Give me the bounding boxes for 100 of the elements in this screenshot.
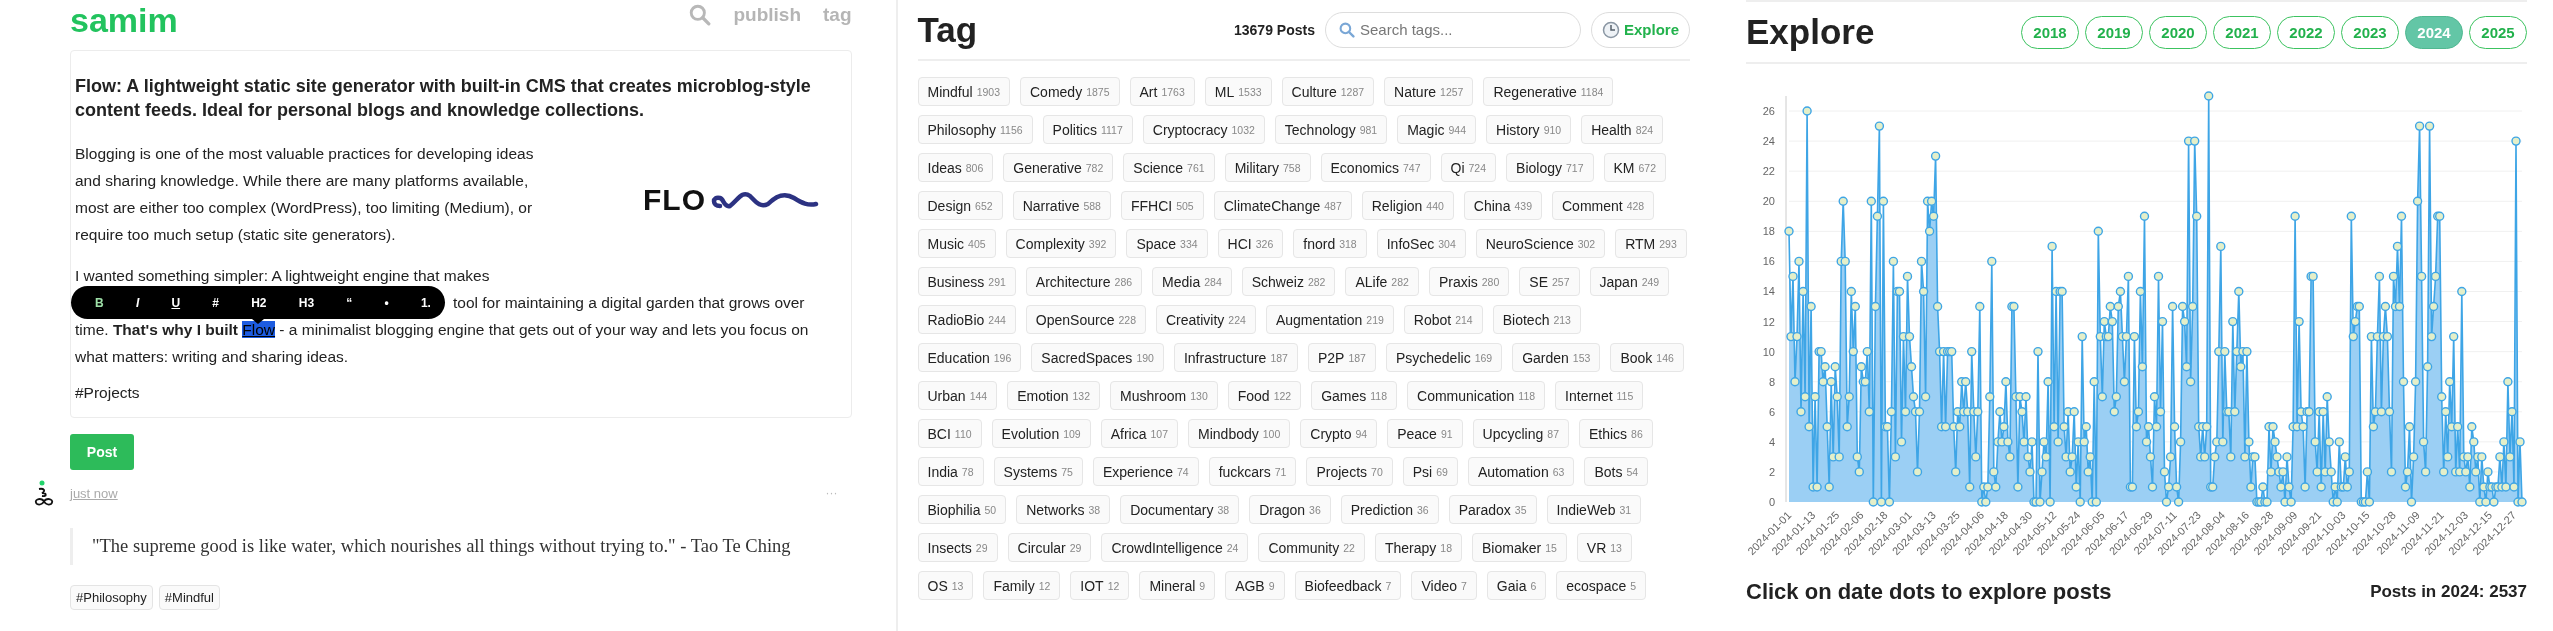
- tag-chip[interactable]: Community 22: [1258, 533, 1365, 562]
- tag-chip[interactable]: Therapy 18: [1374, 533, 1462, 562]
- tag-chip[interactable]: Regenerative 1184: [1483, 77, 1614, 106]
- tag-chip[interactable]: RadioBio 244: [917, 305, 1016, 334]
- format-button[interactable]: 1.: [416, 293, 435, 312]
- format-button[interactable]: I: [131, 293, 144, 312]
- tag-chip[interactable]: Prediction 36: [1340, 495, 1439, 524]
- tag-chip[interactable]: Infrastructure 187: [1173, 343, 1298, 372]
- tag-chip[interactable]: ALife 282: [1345, 267, 1419, 296]
- tag-chip[interactable]: Generative 782: [1003, 153, 1114, 182]
- tag-chip[interactable]: ML 1533: [1204, 77, 1272, 106]
- tag-chip[interactable]: Gaia 6: [1486, 571, 1547, 600]
- tag-chip[interactable]: Networks 38: [1016, 495, 1111, 524]
- tag-chip[interactable]: Mindful 1903: [917, 77, 1010, 106]
- format-button[interactable]: U: [167, 293, 185, 312]
- tag-chip[interactable]: Architecture 286: [1025, 267, 1143, 296]
- tag-chip[interactable]: KM 672: [1603, 153, 1667, 182]
- tag-chip[interactable]: fnord 318: [1293, 229, 1367, 258]
- tag-chip[interactable]: Religion 440: [1361, 191, 1454, 220]
- tag-chip[interactable]: IndieWeb 31: [1546, 495, 1642, 524]
- tag-chip[interactable]: Culture 1287: [1281, 77, 1375, 106]
- tag-chip[interactable]: Book 146: [1610, 343, 1684, 372]
- tag-chip[interactable]: Family 12: [983, 571, 1061, 600]
- tag-chip[interactable]: Cryptocracy 1032: [1142, 115, 1265, 144]
- tag-chip[interactable]: History 910: [1486, 115, 1572, 144]
- tag-chip[interactable]: Complexity 392: [1005, 229, 1117, 258]
- tag-chip[interactable]: Creativity 224: [1156, 305, 1256, 334]
- tag-chip[interactable]: Praxis 280: [1428, 267, 1510, 296]
- tag-chip[interactable]: Projects 70: [1306, 457, 1393, 486]
- tag-chip[interactable]: Automation 63: [1467, 457, 1575, 486]
- tag-chip[interactable]: Evolution 109: [991, 419, 1091, 448]
- tag-chip[interactable]: ecospace 5: [1556, 571, 1647, 600]
- tag-chip[interactable]: BCI 110: [917, 419, 982, 448]
- tag-chip[interactable]: Qi 724: [1440, 153, 1497, 182]
- tag-chip[interactable]: CrowdIntelligence 24: [1101, 533, 1249, 562]
- tag-chip[interactable]: Psychedelic 169: [1385, 343, 1503, 372]
- tag-chip[interactable]: RTM 293: [1615, 229, 1687, 258]
- tag-chip[interactable]: Comedy 1875: [1020, 77, 1120, 106]
- format-button[interactable]: H3: [294, 293, 319, 312]
- tag-chip[interactable]: Augmentation 219: [1265, 305, 1394, 334]
- tag-chip[interactable]: Business 291: [917, 267, 1016, 296]
- tag-chip[interactable]: OS 13: [917, 571, 974, 600]
- tag-chip[interactable]: Economics 747: [1320, 153, 1431, 182]
- tag-chip[interactable]: Emotion 132: [1007, 381, 1101, 410]
- tag-chip[interactable]: Art 1763: [1129, 77, 1195, 106]
- tag-chip[interactable]: FFHCI 505: [1120, 191, 1204, 220]
- tag-chip[interactable]: Crypto 94: [1300, 419, 1378, 448]
- tag-chip[interactable]: IOT 12: [1070, 571, 1130, 600]
- tag-chip[interactable]: Systems 75: [993, 457, 1083, 486]
- format-button[interactable]: •: [380, 293, 393, 312]
- tag-chip[interactable]: NeuroScience 302: [1475, 229, 1606, 258]
- tag-chip[interactable]: Space 334: [1126, 229, 1208, 258]
- tag-chip[interactable]: Peace 91: [1387, 419, 1463, 448]
- tag-chip[interactable]: Ideas 806: [917, 153, 994, 182]
- tag-chip[interactable]: Technology 981: [1274, 115, 1388, 144]
- tag-chip[interactable]: HCI 326: [1217, 229, 1284, 258]
- tag-chip[interactable]: P2P 187: [1307, 343, 1376, 372]
- tag-chip[interactable]: InfoSec 304: [1376, 229, 1466, 258]
- tag-chip[interactable]: SacredSpaces 190: [1031, 343, 1164, 372]
- tag-chip[interactable]: Dragon 36: [1249, 495, 1331, 524]
- post-tag[interactable]: #Philosophy: [70, 585, 153, 610]
- tag-chip[interactable]: Comment 428: [1552, 191, 1655, 220]
- tag-chip[interactable]: China 439: [1463, 191, 1542, 220]
- tag-chip[interactable]: Health 824: [1581, 115, 1664, 144]
- post-tag[interactable]: #Mindful: [158, 585, 220, 610]
- tag-chip[interactable]: Biofeedback 7: [1294, 571, 1402, 600]
- search-field[interactable]: Search tags...: [1324, 11, 1581, 48]
- tag-chip[interactable]: Ethics 86: [1579, 419, 1653, 448]
- tag-chip[interactable]: Mindbody 100: [1188, 419, 1291, 448]
- tag-chip[interactable]: Science 761: [1123, 153, 1215, 182]
- tag-chip[interactable]: India 78: [917, 457, 984, 486]
- tag-chip[interactable]: Japan 249: [1589, 267, 1670, 296]
- tag-chip[interactable]: Experience 74: [1092, 457, 1199, 486]
- format-button[interactable]: “: [342, 293, 357, 312]
- tag-chip[interactable]: Insects 29: [917, 533, 998, 562]
- tag-chip[interactable]: VR 13: [1576, 533, 1632, 562]
- tag-chip[interactable]: Media 284: [1152, 267, 1232, 296]
- tag-chip[interactable]: Music 405: [917, 229, 996, 258]
- tag-chip[interactable]: Military 758: [1224, 153, 1311, 182]
- tag-chip[interactable]: Education 196: [917, 343, 1022, 372]
- tag-chip[interactable]: Garden 153: [1512, 343, 1601, 372]
- tag-chip[interactable]: Bots 54: [1584, 457, 1649, 486]
- tag-chip[interactable]: Nature 1257: [1384, 77, 1474, 106]
- tag-chip[interactable]: Philosophy 1156: [917, 115, 1033, 144]
- tag-chip[interactable]: Upcycling 87: [1472, 419, 1569, 448]
- tag-chip[interactable]: Games 118: [1311, 381, 1398, 410]
- tag-chip[interactable]: Mushroom 130: [1110, 381, 1218, 410]
- tag-chip[interactable]: OpenSource 228: [1025, 305, 1146, 334]
- tag-chip[interactable]: Paradox 35: [1448, 495, 1537, 524]
- tag-chip[interactable]: Video 7: [1411, 571, 1477, 600]
- tag-chip[interactable]: Biotech 213: [1492, 305, 1581, 334]
- tag-chip[interactable]: Food 122: [1227, 381, 1302, 410]
- format-button[interactable]: #: [208, 293, 223, 312]
- tag-chip[interactable]: Internet 115: [1555, 381, 1644, 410]
- tag-chip[interactable]: Narrative 588: [1012, 191, 1111, 220]
- tag-chip[interactable]: Circular 29: [1007, 533, 1092, 562]
- format-button[interactable]: H2: [247, 293, 271, 312]
- tag-chip[interactable]: Documentary 38: [1120, 495, 1240, 524]
- tag-chip[interactable]: Urban 144: [917, 381, 998, 410]
- tag-chip[interactable]: Biophilia 50: [917, 495, 1007, 524]
